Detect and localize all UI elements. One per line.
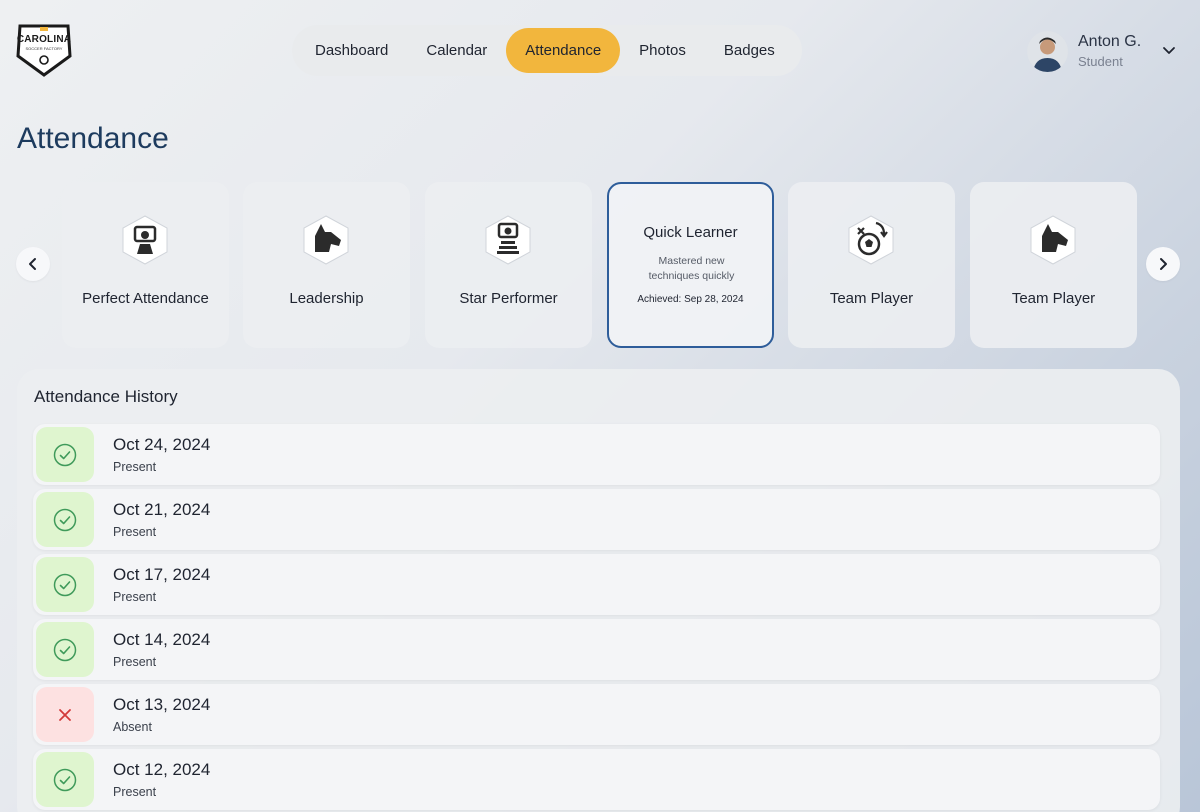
check-circle-icon xyxy=(53,508,77,531)
badge-card-leadership[interactable]: Leadership xyxy=(243,182,410,348)
dog-head-icon xyxy=(303,215,349,265)
attendance-status: Present xyxy=(113,785,157,799)
status-indicator xyxy=(36,622,94,677)
main-nav: Dashboard Calendar Attendance Photos Bad… xyxy=(292,25,802,76)
check-circle-icon xyxy=(53,638,77,661)
status-indicator xyxy=(36,557,94,612)
attendance-row[interactable]: Oct 17, 2024 Present xyxy=(33,554,1160,615)
attendance-history-panel: Attendance History Oct 24, 2024 Present … xyxy=(17,369,1180,812)
nav-photos[interactable]: Photos xyxy=(620,28,705,73)
attendance-status: Absent xyxy=(113,720,152,734)
attendance-row[interactable]: Oct 21, 2024 Present xyxy=(33,489,1160,550)
chevron-down-icon[interactable] xyxy=(1161,42,1177,58)
badge-label: Star Performer xyxy=(459,290,558,307)
nav-badges[interactable]: Badges xyxy=(705,28,794,73)
avatar[interactable] xyxy=(1027,30,1068,72)
user-role: Student xyxy=(1078,54,1123,69)
attendance-status: Present xyxy=(113,525,157,539)
attendance-date: Oct 21, 2024 xyxy=(113,500,211,519)
attendance-row[interactable]: Oct 13, 2024 Absent xyxy=(33,684,1160,745)
brand-logo[interactable]: CAROLINA SOCCER FACTORY xyxy=(14,22,74,78)
user-name: Anton G. xyxy=(1078,33,1142,50)
dog-head-icon xyxy=(1030,215,1076,265)
close-icon xyxy=(59,708,71,721)
badge-label: Team Player xyxy=(1011,290,1096,307)
check-circle-icon xyxy=(53,443,77,466)
badge-card-team-player-2[interactable]: Team Player xyxy=(970,182,1137,348)
nav-dashboard[interactable]: Dashboard xyxy=(296,28,407,73)
attendance-status: Present xyxy=(113,460,157,474)
badge-achieved-date: Achieved: Sep 28, 2024 xyxy=(637,294,744,305)
logo-text: CAROLINA xyxy=(16,34,72,45)
status-indicator xyxy=(36,427,94,482)
check-circle-icon xyxy=(53,573,77,596)
badge-card-quick-learner[interactable]: Quick Learner Mastered new techniques qu… xyxy=(607,182,774,348)
page-title: Attendance xyxy=(17,122,169,155)
badge-label: Team Player xyxy=(829,290,914,307)
podium-trophy-icon xyxy=(485,215,531,265)
status-indicator xyxy=(36,752,94,807)
badge-card-star-performer[interactable]: Star Performer xyxy=(425,182,592,348)
badge-label: Leadership xyxy=(289,290,364,307)
attendance-row[interactable]: Oct 12, 2024 Present xyxy=(33,749,1160,810)
attendance-status: Present xyxy=(113,590,157,604)
attendance-date: Oct 13, 2024 xyxy=(113,695,211,714)
badge-label: Quick Learner xyxy=(643,224,738,241)
chevron-right-icon xyxy=(1160,258,1167,270)
user-avatar-icon xyxy=(1027,30,1068,72)
badge-description: Mastered new techniques quickly xyxy=(648,255,735,282)
attendance-status: Present xyxy=(113,655,157,669)
user-menu[interactable]: Anton G. Student xyxy=(1027,30,1141,72)
badge-card-team-player[interactable]: Team Player xyxy=(788,182,955,348)
check-circle-icon xyxy=(53,768,77,791)
attendance-date: Oct 24, 2024 xyxy=(113,435,211,454)
attendance-date: Oct 14, 2024 xyxy=(113,630,211,649)
attendance-date: Oct 12, 2024 xyxy=(113,760,211,779)
attendance-date: Oct 17, 2024 xyxy=(113,565,211,584)
status-indicator xyxy=(36,492,94,547)
logo-subtext: SOCCER FACTORY xyxy=(25,46,63,51)
badge-label: Perfect Attendance xyxy=(82,290,209,307)
status-indicator xyxy=(36,687,94,742)
soccer-ball-icon xyxy=(848,215,894,265)
attendance-row[interactable]: Oct 24, 2024 Present xyxy=(33,424,1160,485)
nav-attendance[interactable]: Attendance xyxy=(506,28,621,73)
chevron-left-icon xyxy=(29,258,36,270)
nav-calendar[interactable]: Calendar xyxy=(407,28,506,73)
carousel-next-button[interactable] xyxy=(1146,247,1180,281)
badge-card-perfect-attendance[interactable]: Perfect Attendance xyxy=(62,182,229,348)
carousel-prev-button[interactable] xyxy=(16,247,50,281)
trophy-shield-icon xyxy=(122,215,168,265)
attendance-row[interactable]: Oct 14, 2024 Present xyxy=(33,619,1160,680)
section-title: Attendance History xyxy=(34,387,178,406)
